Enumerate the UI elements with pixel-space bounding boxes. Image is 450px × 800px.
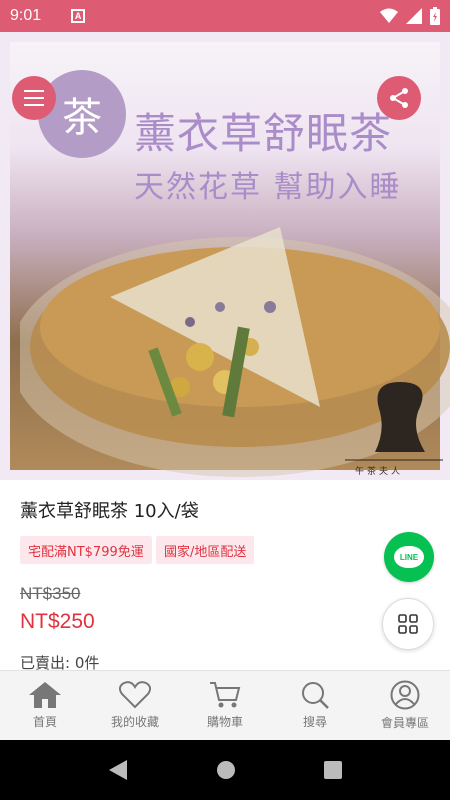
nav-search-label: 搜尋: [302, 715, 327, 729]
nav-home-label: 首頁: [32, 715, 57, 729]
line-icon: LINE: [394, 546, 424, 568]
user-icon: [390, 680, 420, 710]
brand-logo-icon: [345, 382, 443, 461]
nav-favorites[interactable]: 我的收藏: [90, 671, 180, 740]
line-chat-button[interactable]: LINE: [384, 532, 434, 582]
nav-home[interactable]: 首頁: [0, 671, 90, 740]
share-button[interactable]: [377, 76, 421, 120]
hero-subtitle: 天然花草 幫助入睡: [134, 170, 402, 205]
recents-icon[interactable]: [324, 761, 342, 779]
status-time: 9:01: [10, 7, 42, 24]
search-icon: [302, 682, 329, 709]
grid-icon: [398, 614, 418, 634]
product-photo: 茶 薰衣草舒眠茶 天然花草 幫助入睡 午茶夫人: [10, 42, 450, 477]
nav-cart-label: 購物車: [206, 715, 243, 729]
status-bar: 9:01 A: [0, 0, 450, 32]
bottom-nav: 首頁 我的收藏 購物車 搜尋 會員專區: [0, 670, 450, 740]
product-title: 薰衣草舒眠茶 10入/袋: [20, 501, 199, 522]
home-circle-icon[interactable]: [216, 760, 236, 780]
wifi-icon: [380, 8, 398, 23]
nav-favorites-label: 我的收藏: [110, 715, 159, 729]
notification-icon: A: [71, 9, 86, 23]
back-icon[interactable]: [108, 759, 128, 781]
hero-title: 薰衣草舒眠茶: [134, 109, 393, 158]
grid-menu-button[interactable]: [382, 598, 434, 650]
home-icon: [29, 682, 61, 708]
battery-icon: [430, 7, 440, 25]
product-image[interactable]: 茶 薰衣草舒眠茶 天然花草 幫助入睡 午茶夫人: [0, 32, 450, 480]
sale-price: NT$250: [20, 610, 95, 633]
nav-search[interactable]: 搜尋: [270, 671, 360, 740]
cart-icon: [210, 682, 241, 708]
menu-button[interactable]: [12, 76, 56, 120]
nav-cart[interactable]: 購物車: [180, 671, 270, 740]
heart-icon: [119, 681, 151, 709]
tea-badge: 茶: [38, 70, 126, 158]
nav-member-label: 會員專區: [380, 716, 429, 730]
signal-icon: [406, 8, 422, 24]
delivery-region-tag[interactable]: 國家/地區配送: [156, 536, 255, 564]
nav-member[interactable]: 會員專區: [360, 671, 450, 740]
share-icon: [390, 88, 408, 108]
original-price: NT$350: [20, 584, 81, 603]
menu-icon: [24, 90, 44, 106]
shipping-tag: 宅配滿NT$799免運: [20, 536, 152, 564]
status-icons: [380, 7, 440, 25]
brand-mark: 午茶夫人: [355, 467, 404, 477]
system-nav-bar: [0, 740, 450, 800]
